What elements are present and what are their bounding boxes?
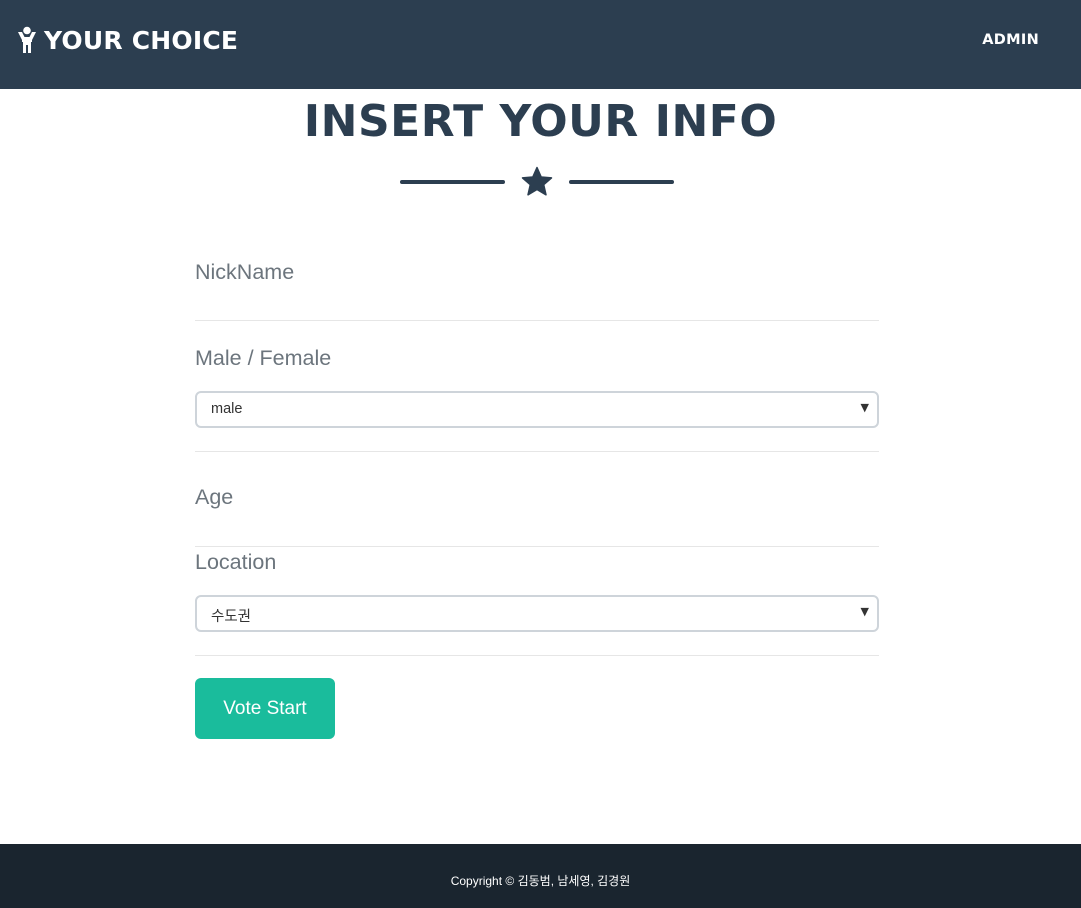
location-divider: [195, 655, 879, 656]
title-divider: [400, 166, 674, 200]
vote-start-button[interactable]: Vote Start: [195, 678, 335, 739]
top-navbar: YOUR CHOICE ADMIN: [0, 0, 1081, 89]
gender-selected-value: male: [211, 401, 243, 417]
location-select[interactable]: 수도권 ▼: [195, 595, 879, 632]
divider-line-left: [400, 180, 505, 184]
copyright-text: Copyright © 김동범, 남세영, 김경원: [450, 874, 631, 888]
footer: Copyright © 김동범, 남세영, 김경원: [0, 844, 1081, 908]
star-icon: [521, 166, 553, 196]
gender-divider: [195, 451, 879, 452]
location-selected-value: 수도권: [211, 609, 252, 625]
brand-link[interactable]: YOUR CHOICE: [16, 24, 238, 56]
age-field-underline[interactable]: [195, 546, 879, 547]
divider-line-right: [569, 180, 674, 184]
brand-title: YOUR CHOICE: [44, 25, 239, 55]
person-standing-icon: [18, 26, 36, 53]
gender-label: Male / Female: [195, 346, 332, 370]
nickname-label: NickName: [195, 260, 295, 284]
gender-select[interactable]: male ▼: [195, 391, 879, 428]
caret-down-icon: ▼: [860, 605, 869, 618]
age-label: Age: [195, 485, 234, 509]
admin-link[interactable]: ADMIN: [982, 32, 1039, 48]
nickname-field-underline[interactable]: [195, 320, 879, 321]
page-title: INSERT YOUR INFO: [303, 96, 778, 147]
location-label: Location: [195, 550, 277, 574]
caret-down-icon: ▼: [860, 401, 869, 414]
